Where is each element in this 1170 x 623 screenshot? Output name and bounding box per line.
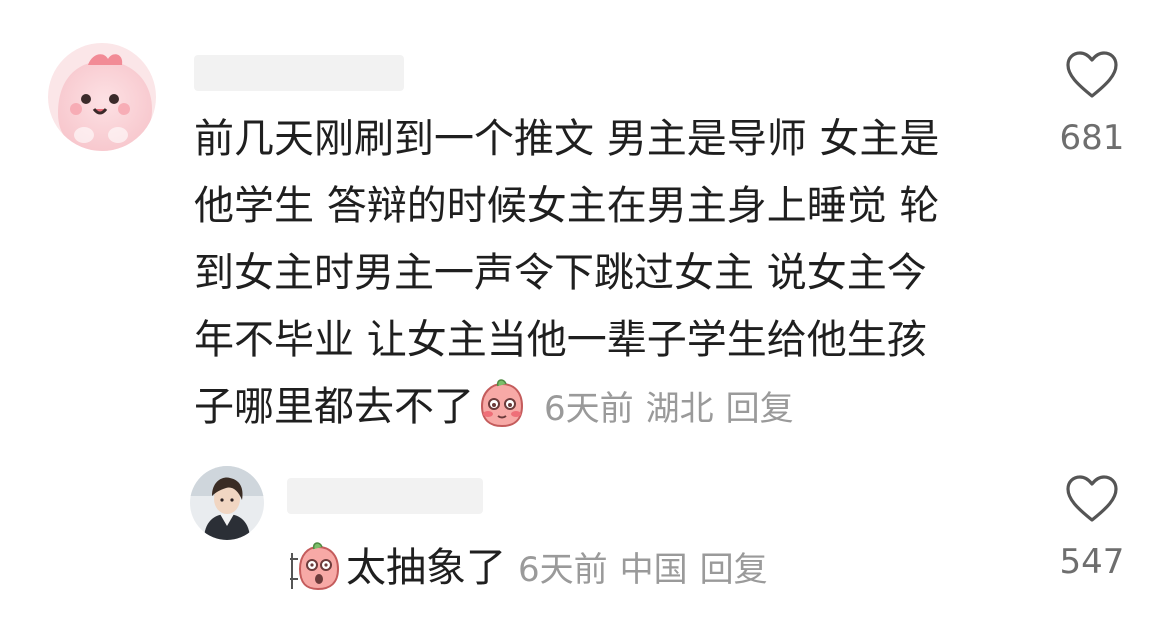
reply-like-button[interactable]: 547 [1052,474,1132,582]
like-button[interactable]: 681 [1052,50,1132,158]
comment-body: 前几天刚刷到一个推文 男主是导师 女主是 他学生 答辩的时候女主在男主身上睡觉 … [194,106,1014,441]
commenter-avatar[interactable] [48,43,156,151]
heart-outline-icon[interactable] [1065,474,1119,524]
reply-body: 太抽象了 6天前 中国 回复 [288,535,780,602]
like-count: 681 [1059,118,1125,158]
comment-last-line: 子哪里都去不了 6天前 湖北 回复 [194,374,1014,441]
replier-name-redacted[interactable] [287,478,483,514]
heart-outline-icon[interactable] [1065,50,1119,100]
reply-button[interactable]: 回复 [726,389,794,429]
reply-reply-button[interactable]: 回复 [700,550,768,590]
reply-time: 6天前 [518,550,608,590]
person-photo-avatar-icon [190,466,264,540]
commenter-name-redacted[interactable] [194,55,404,91]
comment-line: 年不毕业 让女主当他一辈子学生给他生孩 [194,317,927,363]
comment-meta: 6天前 湖北 回复 [544,389,806,429]
replier-avatar[interactable] [190,466,264,540]
reply-like-count: 547 [1059,542,1125,582]
comment-line: 他学生 答辩的时候女主在男主身上睡觉 轮 [194,183,940,229]
reply-location: 中国 [619,550,688,590]
comment-time: 6天前 [544,389,634,429]
comment-line: 到女主时男主一声令下跳过女主 说女主今 [194,250,927,296]
comment-line: 前几天刚刷到一个推文 男主是导师 女主是 [194,116,940,162]
reply-meta: 6天前 中国 回复 [518,550,780,590]
blushing-peach-sticker-icon [480,379,524,428]
pink-blob-avatar-icon [48,43,156,151]
shocked-peach-sticker-icon [290,542,340,591]
comment-location: 湖北 [645,389,714,429]
comment-line: 子哪里都去不了 [194,384,474,430]
reply-text: 太抽象了 [346,545,506,591]
